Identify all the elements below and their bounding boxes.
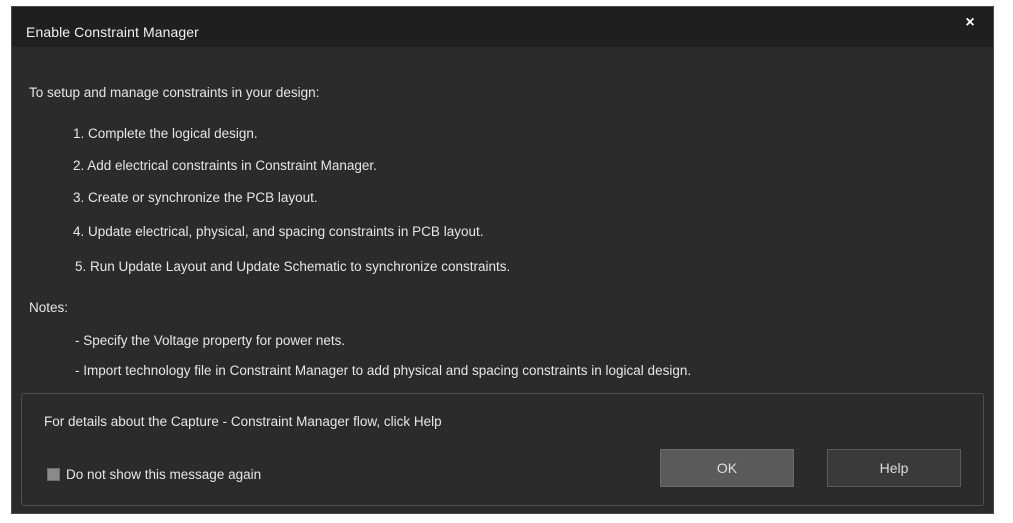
close-icon[interactable]: ×: [959, 12, 981, 34]
help-button[interactable]: Help: [827, 449, 961, 487]
step-3: 3. Create or synchronize the PCB layout.: [73, 190, 318, 205]
notes-heading: Notes:: [29, 300, 69, 315]
step-5: 5. Run Update Layout and Update Schemati…: [75, 259, 511, 274]
details-text: For details about the Capture - Constrai…: [44, 414, 442, 429]
dialog-footer: For details about the Capture - Constrai…: [21, 393, 984, 506]
do-not-show-checkbox[interactable]: Do not show this message again: [47, 467, 261, 482]
ok-button[interactable]: OK: [660, 449, 794, 487]
step-4: 4. Update electrical, physical, and spac…: [73, 224, 484, 239]
note-1: - Specify the Voltage property for power…: [75, 333, 346, 348]
checkbox-box[interactable]: [47, 468, 60, 481]
enable-constraint-manager-dialog: Enable Constraint Manager × To setup and…: [11, 6, 994, 514]
title-bar: Enable Constraint Manager ×: [12, 7, 993, 47]
dialog-title: Enable Constraint Manager: [26, 24, 199, 40]
checkbox-label[interactable]: Do not show this message again: [66, 467, 261, 482]
step-2: 2. Add electrical constraints in Constra…: [73, 158, 377, 173]
intro-text: To setup and manage constraints in your …: [29, 85, 320, 100]
step-1: 1. Complete the logical design.: [73, 126, 258, 141]
note-2: - Import technology file in Constraint M…: [75, 363, 692, 378]
